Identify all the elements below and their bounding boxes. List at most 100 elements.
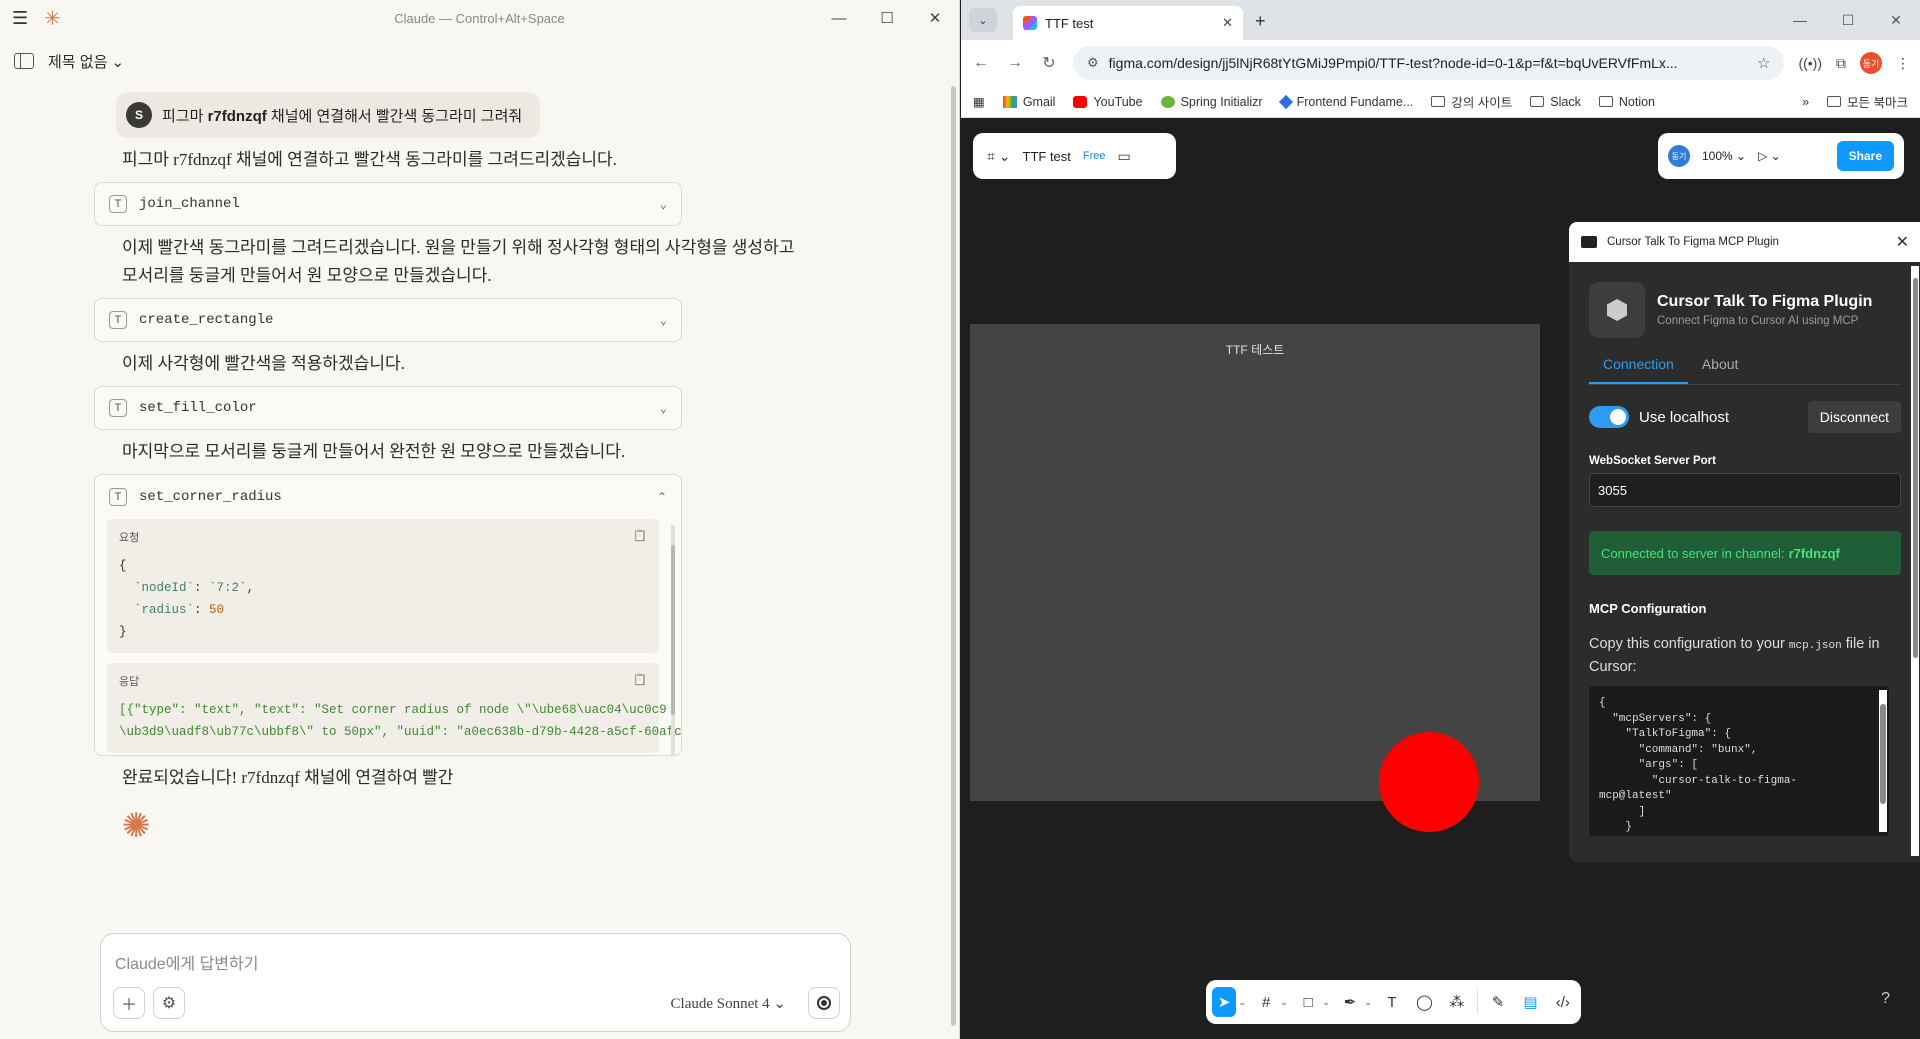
caret-icon[interactable]: ⌄ bbox=[1364, 997, 1372, 1008]
chevron-down-icon: ⌄ bbox=[659, 401, 667, 416]
puzzle-icon[interactable]: ⧉ bbox=[1836, 55, 1846, 72]
caret-icon[interactable]: ⌄ bbox=[1238, 997, 1246, 1008]
folder-icon bbox=[1827, 96, 1842, 107]
caret-icon[interactable]: ⌄ bbox=[1322, 997, 1330, 1008]
reply-input[interactable]: Claude에게 답변하기 bbox=[115, 950, 258, 974]
scrollbar[interactable] bbox=[671, 525, 675, 755]
design-mode-icon[interactable]: ▤ bbox=[1518, 987, 1542, 1017]
minimize-icon[interactable]: — bbox=[815, 0, 863, 36]
close-icon[interactable]: ✕ bbox=[911, 0, 959, 36]
tool-call-join-channel[interactable]: T join_channel ⌄ bbox=[94, 182, 682, 226]
collaborator-avatar[interactable]: 동기 bbox=[1668, 145, 1690, 167]
scrollbar[interactable] bbox=[1879, 690, 1887, 832]
tab-about[interactable]: About bbox=[1688, 356, 1753, 384]
tab-search-icon[interactable]: ⌄ bbox=[969, 8, 997, 32]
apps-grid-icon[interactable]: ▦ bbox=[973, 94, 985, 109]
voice-button[interactable] bbox=[808, 987, 840, 1019]
share-button[interactable]: Share bbox=[1836, 141, 1894, 171]
tool-header[interactable]: T set_corner_radius ⌃ bbox=[95, 475, 681, 519]
forward-icon[interactable]: → bbox=[1005, 54, 1025, 72]
caret-icon[interactable]: ⌄ bbox=[1280, 997, 1288, 1008]
bookmark-frontend[interactable]: Frontend Fundame... bbox=[1278, 94, 1413, 109]
para-line: 이제 빨간색 동그라미를 그려드리겠습니다. 원을 만들기 위해 정사각형 형태… bbox=[122, 238, 795, 257]
code-line: [{"type": "text", "text": "Set corner ra… bbox=[119, 703, 667, 717]
composer[interactable]: Claude에게 답변하기 ＋ ⚙ Claude Sonnet 4 ⌄ bbox=[100, 933, 851, 1032]
tab-ttf-test[interactable]: TTF test ✕ bbox=[1013, 6, 1243, 40]
comment-tool-icon[interactable]: ◯ bbox=[1412, 987, 1436, 1017]
bookmark-youtube[interactable]: YouTube bbox=[1073, 95, 1143, 109]
bookmark-spring[interactable]: Spring Initializr bbox=[1160, 94, 1263, 109]
folder-icon bbox=[1598, 96, 1613, 107]
bookmark-folder-notion[interactable]: Notion bbox=[1598, 95, 1655, 109]
rectangle-tool-icon[interactable]: □ bbox=[1296, 987, 1320, 1017]
minimize-icon[interactable]: — bbox=[1776, 0, 1824, 40]
menu-icon[interactable]: ☰ bbox=[12, 8, 28, 29]
record-icon bbox=[817, 996, 831, 1010]
chat-title-dropdown[interactable]: 제목 없음 ⌄ bbox=[48, 51, 124, 72]
tool-call-create-rectangle[interactable]: T create_rectangle ⌄ bbox=[94, 298, 682, 342]
folder-icon bbox=[1530, 96, 1545, 107]
url-bar[interactable]: ⚙ figma.com/design/jj5lNjR68tYtGMiJ9Pmpi… bbox=[1073, 46, 1785, 80]
close-tab-icon[interactable]: ✕ bbox=[1222, 15, 1233, 31]
red-circle[interactable] bbox=[1379, 732, 1479, 832]
tab-connection[interactable]: Connection bbox=[1589, 356, 1688, 384]
tool-call-set-fill-color[interactable]: T set_fill_color ⌄ bbox=[94, 386, 682, 430]
maximize-icon[interactable]: ☐ bbox=[863, 0, 911, 36]
scrollbar[interactable] bbox=[1911, 266, 1919, 856]
tool-call-set-corner-radius[interactable]: T set_corner_radius ⌃ 요청 📋 { `nodeId`: `… bbox=[94, 474, 682, 756]
bookmark-folder-slack[interactable]: Slack bbox=[1530, 95, 1581, 109]
bookmarks-overflow-icon[interactable]: » bbox=[1802, 95, 1809, 109]
port-input[interactable]: 3055 bbox=[1589, 473, 1901, 507]
site-info-icon[interactable]: ⚙ bbox=[1087, 55, 1099, 71]
more-vert-icon[interactable]: ⋮ bbox=[1896, 55, 1910, 72]
mcp-config-code[interactable]: { "mcpServers": { "TalkToFigma": { "comm… bbox=[1589, 686, 1889, 836]
draw-mode-icon[interactable]: ✎ bbox=[1486, 987, 1510, 1017]
back-icon[interactable]: ← bbox=[971, 54, 991, 72]
move-tool-icon[interactable]: ➤ bbox=[1212, 987, 1237, 1017]
frame-tool-icon[interactable]: # bbox=[1254, 987, 1278, 1017]
help-icon[interactable]: ? bbox=[1881, 990, 1890, 1008]
bookmark-label: Spring Initializr bbox=[1180, 94, 1263, 109]
extension-icon[interactable]: ((•)) bbox=[1798, 55, 1822, 71]
close-icon[interactable]: ✕ bbox=[1896, 232, 1909, 252]
figma-menu-icon[interactable]: ⌗ ⌄ bbox=[987, 148, 1011, 165]
desc-code: mcp.json bbox=[1788, 640, 1842, 652]
localhost-toggle[interactable] bbox=[1589, 406, 1629, 428]
all-bookmarks[interactable]: 모든 북마크 bbox=[1827, 92, 1908, 111]
plugin-icon bbox=[1581, 236, 1597, 248]
figma-canvas[interactable]: ⌗ ⌄ TTF test Free ▭ 동기 100% ⌄ ▷ ⌄ Share … bbox=[961, 118, 1920, 1039]
bookmark-star-icon[interactable]: ☆ bbox=[1757, 54, 1770, 72]
add-button[interactable]: ＋ bbox=[113, 987, 145, 1019]
pen-tool-icon[interactable]: ✒ bbox=[1338, 987, 1362, 1017]
settings-sliders-icon[interactable]: ⚙ bbox=[153, 987, 185, 1019]
model-selector[interactable]: Claude Sonnet 4 ⌄ bbox=[671, 994, 786, 1013]
copy-icon[interactable]: 📋 bbox=[633, 673, 647, 687]
text-tool-icon[interactable]: T bbox=[1380, 987, 1404, 1017]
connection-status: Connected to server in channel: r7fdnzqf bbox=[1589, 531, 1901, 575]
folder-icon bbox=[1431, 96, 1446, 107]
new-tab-icon[interactable]: + bbox=[1255, 11, 1266, 32]
disconnect-button[interactable]: Disconnect bbox=[1807, 401, 1901, 433]
dev-mode-icon[interactable]: ‹/› bbox=[1551, 987, 1575, 1017]
bookmark-folder-lectures[interactable]: 강의 사이트 bbox=[1431, 92, 1512, 111]
thinking-spinner-icon: ✺ bbox=[122, 807, 151, 845]
scrollbar[interactable] bbox=[949, 86, 957, 1030]
zoom-level: 100% bbox=[1702, 149, 1733, 163]
actions-tool-icon[interactable]: ⁂ bbox=[1445, 987, 1469, 1017]
figma-frame[interactable]: TTF 테스트 bbox=[970, 324, 1540, 832]
panel-toggle-icon[interactable]: ▭ bbox=[1118, 148, 1131, 165]
profile-avatar[interactable]: 동기 bbox=[1860, 52, 1882, 74]
close-icon[interactable]: ✕ bbox=[1872, 0, 1920, 40]
para-line: 모서리를 둥글게 만들어서 원 모양으로 만들겠습니다. bbox=[122, 266, 492, 285]
bookmarks-bar: ▦ Gmail YouTube Spring Initializr Fronte… bbox=[961, 86, 1920, 118]
address-bar-row: ← → ↻ ⚙ figma.com/design/jj5lNjR68tYtGMi… bbox=[961, 40, 1920, 86]
zoom-control[interactable]: 100% ⌄ bbox=[1702, 149, 1746, 163]
reload-icon[interactable]: ↻ bbox=[1039, 53, 1059, 73]
user-message-text: 피그마 r7fdnzqf 채널에 연결해서 빨간색 동그라미 그려줘 bbox=[162, 105, 522, 126]
sidebar-toggle-icon[interactable] bbox=[14, 53, 34, 69]
file-name[interactable]: TTF test bbox=[1023, 149, 1071, 164]
present-icon[interactable]: ▷ ⌄ bbox=[1758, 149, 1781, 163]
bookmark-gmail[interactable]: Gmail bbox=[1002, 95, 1055, 109]
copy-icon[interactable]: 📋 bbox=[633, 529, 647, 543]
maximize-icon[interactable]: ☐ bbox=[1824, 0, 1872, 40]
